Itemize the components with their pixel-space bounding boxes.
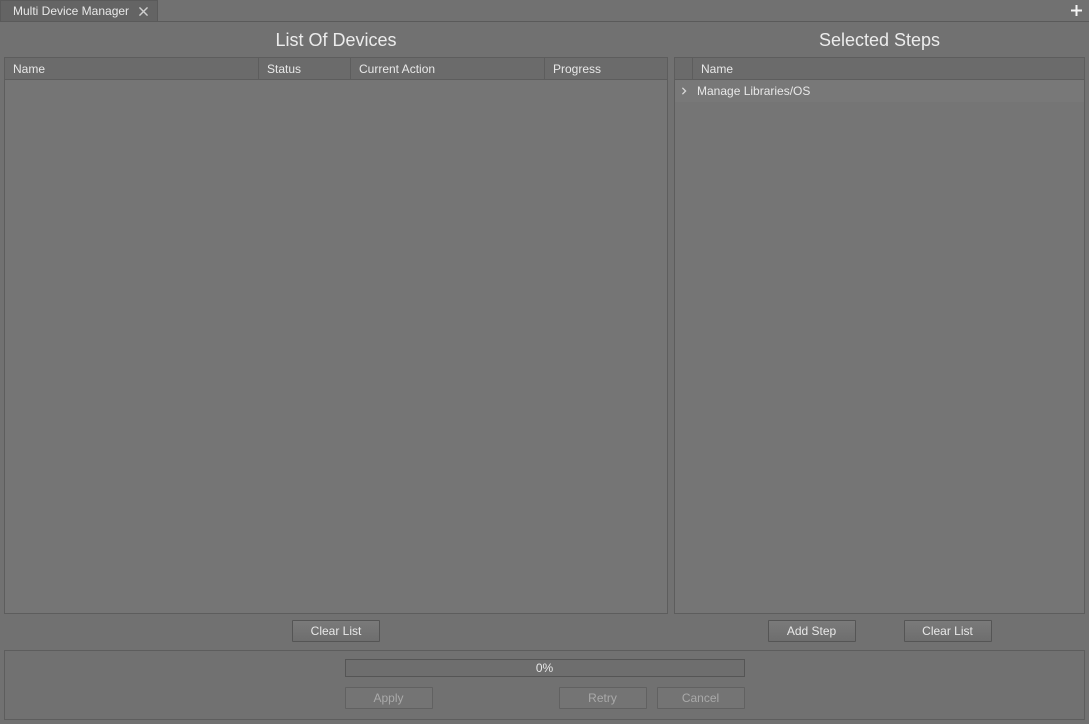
bottom-bar: 0% Apply Retry Cancel [4, 650, 1085, 720]
content-area: List Of Devices Name Status Current Acti… [0, 22, 1089, 724]
tab-strip: Multi Device Manager [0, 0, 1089, 22]
devices-panel-title: List Of Devices [4, 26, 668, 57]
steps-panel-title: Selected Steps [674, 26, 1085, 57]
devices-grid-header: Name Status Current Action Progress [5, 58, 667, 80]
devices-clear-list-button[interactable]: Clear List [292, 620, 380, 642]
devices-grid: Name Status Current Action Progress [4, 57, 668, 614]
steps-grid: Name Manage Libraries/OS [674, 57, 1085, 614]
devices-panel-footer: Clear List [4, 614, 668, 646]
bottom-actions: Apply Retry Cancel [345, 687, 745, 709]
list-of-devices-panel: List Of Devices Name Status Current Acti… [4, 26, 668, 646]
devices-col-current-action[interactable]: Current Action [351, 58, 545, 79]
progress-text: 0% [536, 661, 553, 675]
steps-clear-list-button[interactable]: Clear List [904, 620, 992, 642]
steps-grid-header: Name [675, 58, 1084, 80]
add-tab-button[interactable] [1067, 0, 1085, 21]
cancel-button[interactable]: Cancel [657, 687, 745, 709]
steps-col-expander [675, 58, 693, 79]
steps-row-name: Manage Libraries/OS [693, 84, 1084, 98]
close-tab-icon[interactable] [137, 5, 149, 17]
selected-steps-panel: Selected Steps Name Manage Libraries/OS [674, 26, 1085, 646]
steps-row[interactable]: Manage Libraries/OS [675, 80, 1084, 102]
apply-button[interactable]: Apply [345, 687, 433, 709]
chevron-right-icon[interactable] [675, 87, 693, 95]
retry-button[interactable]: Retry [559, 687, 647, 709]
tab-title: Multi Device Manager [13, 4, 129, 18]
devices-col-name[interactable]: Name [5, 58, 259, 79]
steps-col-name[interactable]: Name [693, 58, 1084, 79]
steps-grid-body[interactable]: Manage Libraries/OS [675, 80, 1084, 613]
steps-panel-footer: Add Step Clear List [674, 614, 1085, 646]
tab-multi-device-manager[interactable]: Multi Device Manager [0, 0, 158, 21]
add-step-button[interactable]: Add Step [768, 620, 856, 642]
devices-col-progress[interactable]: Progress [545, 58, 667, 79]
devices-col-status[interactable]: Status [259, 58, 351, 79]
panels-row: List Of Devices Name Status Current Acti… [4, 26, 1085, 646]
overall-progress-bar: 0% [345, 659, 745, 677]
app-window: Multi Device Manager List Of Devices Nam… [0, 0, 1089, 724]
devices-grid-body[interactable] [5, 80, 667, 613]
